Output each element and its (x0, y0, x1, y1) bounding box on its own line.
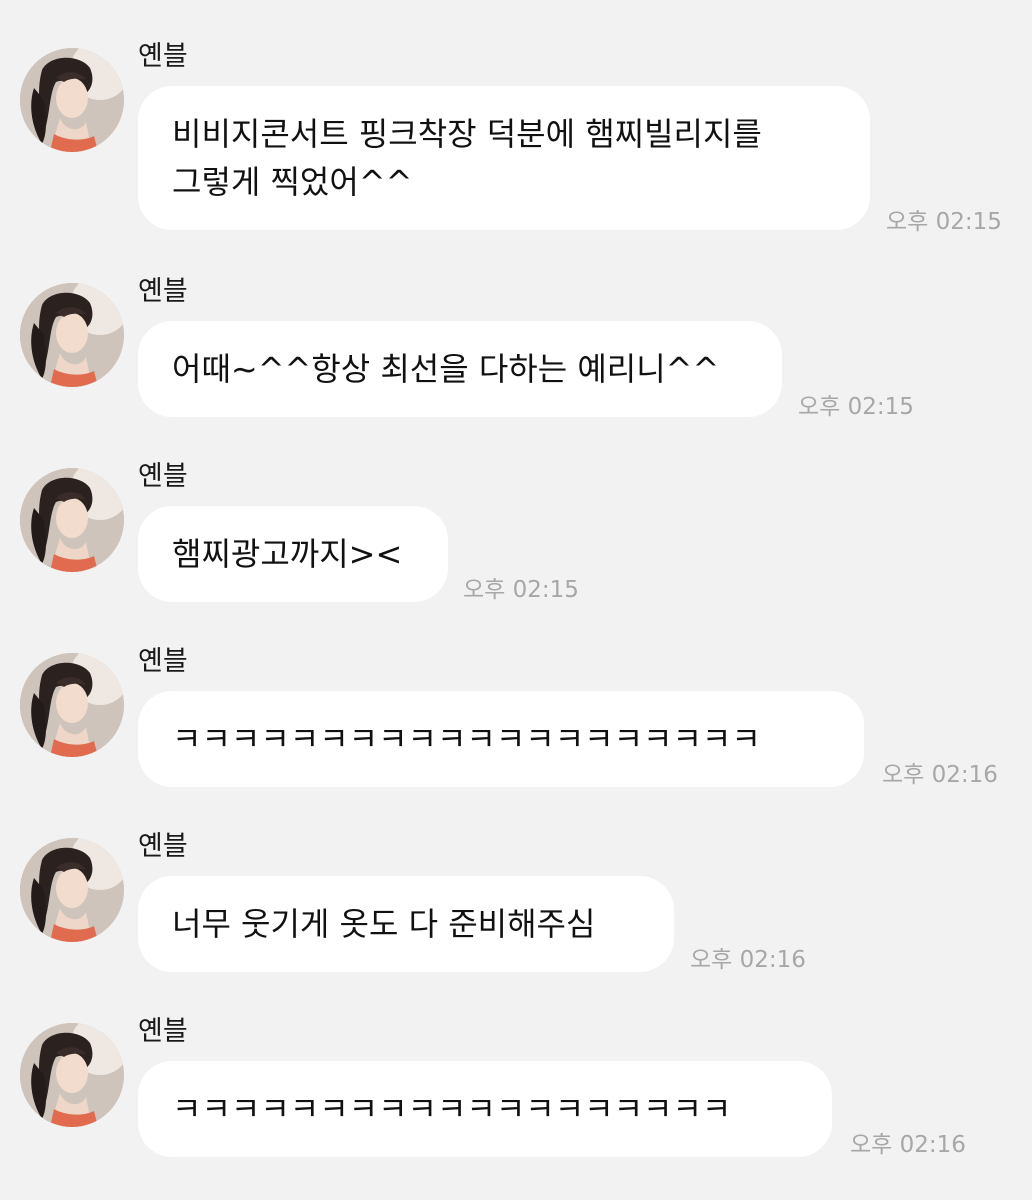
sender-name: 옌블 (138, 831, 188, 862)
message-time: 오후 02:16 (850, 1132, 966, 1158)
avatar-photo (20, 653, 124, 757)
sender-name: 옌블 (138, 461, 188, 492)
sender-name: 옌블 (138, 1016, 188, 1047)
message-time: 오후 02:15 (886, 209, 1002, 235)
sender-name: 옌블 (138, 41, 188, 72)
message-time: 오후 02:16 (882, 762, 998, 788)
avatar-photo (20, 838, 124, 942)
avatar[interactable] (20, 283, 124, 387)
message-time: 오후 02:15 (463, 577, 579, 603)
sender-name: 옌블 (138, 646, 188, 677)
message-time: 오후 02:15 (798, 394, 914, 420)
message-time: 오후 02:16 (690, 947, 806, 973)
message-bubble[interactable]: 어때~^^항상 최선을 다하는 예리니^^ (138, 321, 782, 417)
avatar-photo (20, 48, 124, 152)
avatar[interactable] (20, 838, 124, 942)
message-bubble[interactable]: 비비지콘서트 핑크착장 덕분에 햄찌빌리지를 그렇게 찍었어^^ (138, 86, 870, 230)
message-bubble[interactable]: 너무 웃기게 옷도 다 준비해주심 (138, 876, 674, 972)
avatar-photo (20, 283, 124, 387)
avatar[interactable] (20, 653, 124, 757)
chat-screen: { "messages": [ { "sender": "옌블", "text"… (0, 0, 1032, 1200)
avatar[interactable] (20, 48, 124, 152)
message-bubble[interactable]: 햄찌광고까지>< (138, 506, 448, 602)
avatar-photo (20, 1023, 124, 1127)
avatar[interactable] (20, 1023, 124, 1127)
avatar[interactable] (20, 468, 124, 572)
message-bubble[interactable]: ㅋㅋㅋㅋㅋㅋㅋㅋㅋㅋㅋㅋㅋㅋㅋㅋㅋㅋㅋㅋ (138, 691, 864, 787)
avatar-photo (20, 468, 124, 572)
message-bubble[interactable]: ㅋㅋㅋㅋㅋㅋㅋㅋㅋㅋㅋㅋㅋㅋㅋㅋㅋㅋㅋ (138, 1061, 832, 1157)
sender-name: 옌블 (138, 276, 188, 307)
